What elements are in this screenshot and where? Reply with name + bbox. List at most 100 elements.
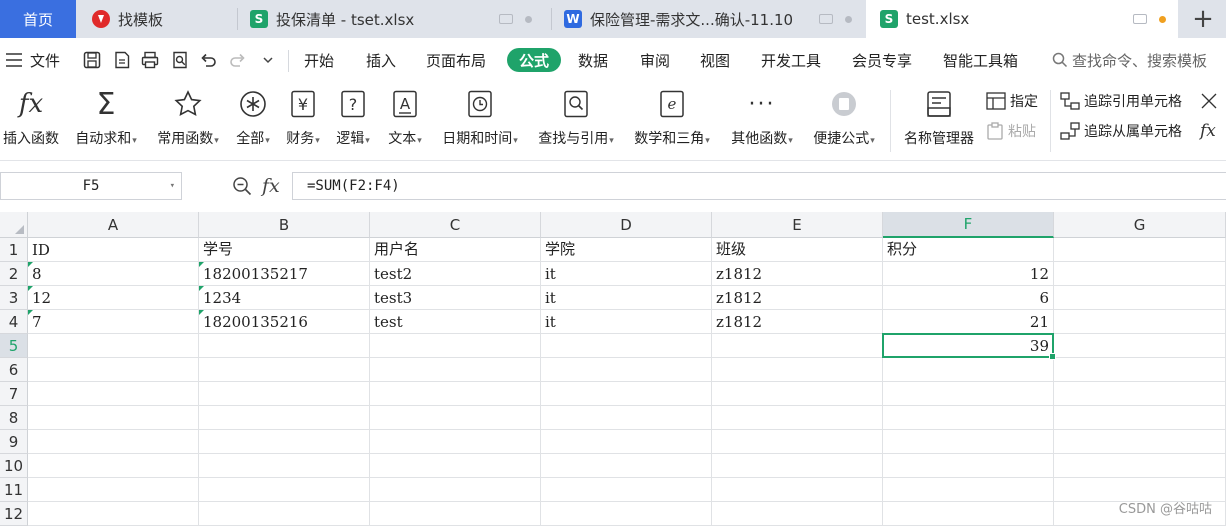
cell-f4[interactable]: 21: [883, 310, 1054, 334]
menu-review[interactable]: 审阅: [640, 38, 670, 82]
undo-icon[interactable]: [198, 50, 218, 70]
cell-g7[interactable]: [1054, 382, 1226, 406]
cell-g9[interactable]: [1054, 430, 1226, 454]
cell-f6[interactable]: [883, 358, 1054, 382]
cell-f1[interactable]: 积分: [883, 238, 1054, 262]
name-box-dropdown-icon[interactable]: ▾: [170, 181, 175, 191]
cell-c11[interactable]: [370, 478, 541, 502]
row-header-2[interactable]: 2: [0, 262, 28, 286]
autosum-button[interactable]: Σ 自动求和▾: [68, 86, 144, 154]
close-dot-icon[interactable]: [845, 15, 852, 23]
menu-insert[interactable]: 插入: [366, 38, 396, 82]
cell-a1[interactable]: ID: [28, 238, 199, 262]
row-header-4[interactable]: 4: [0, 310, 28, 334]
cell-a7[interactable]: [28, 382, 199, 406]
cell-f7[interactable]: [883, 382, 1054, 406]
cell-b4[interactable]: 18200135216: [199, 310, 370, 334]
select-all-corner[interactable]: [0, 212, 28, 238]
cell-d9[interactable]: [541, 430, 712, 454]
row-header-6[interactable]: 6: [0, 358, 28, 382]
unsaved-dot-icon[interactable]: [1159, 15, 1166, 23]
cell-e9[interactable]: [712, 430, 883, 454]
row-header-10[interactable]: 10: [0, 454, 28, 478]
cell-g2[interactable]: [1054, 262, 1226, 286]
tab-home[interactable]: 首页: [0, 0, 76, 38]
column-header-g[interactable]: G: [1054, 212, 1226, 238]
trace-dependents-button[interactable]: 追踪从属单元格: [1060, 118, 1182, 144]
cell-e3[interactable]: z1812: [712, 286, 883, 310]
cell-a9[interactable]: [28, 430, 199, 454]
monitor-icon[interactable]: [1133, 14, 1147, 24]
cell-c4[interactable]: test: [370, 310, 541, 334]
cell-a11[interactable]: [28, 478, 199, 502]
cell-f5[interactable]: 39: [883, 334, 1054, 358]
menu-member[interactable]: 会员专享: [852, 38, 912, 82]
cell-a8[interactable]: [28, 406, 199, 430]
monitor-icon[interactable]: [499, 14, 513, 24]
cell-e12[interactable]: [712, 502, 883, 526]
new-tab-button[interactable]: +: [1180, 0, 1226, 38]
paste-button[interactable]: 粘贴: [986, 118, 1036, 144]
cell-a3[interactable]: 12: [28, 286, 199, 310]
cell-a12[interactable]: [28, 502, 199, 526]
cell-f8[interactable]: [883, 406, 1054, 430]
cell-d8[interactable]: [541, 406, 712, 430]
menu-formula[interactable]: 公式: [507, 48, 562, 72]
row-header-11[interactable]: 11: [0, 478, 28, 502]
customize-quick-access-icon[interactable]: [258, 50, 278, 70]
print-preview-icon[interactable]: [170, 50, 190, 70]
cell-b11[interactable]: [199, 478, 370, 502]
cell-a4[interactable]: 7: [28, 310, 199, 334]
cell-g10[interactable]: [1054, 454, 1226, 478]
name-manager-button[interactable]: 名称管理器: [898, 86, 980, 154]
cell-e7[interactable]: [712, 382, 883, 406]
cell-c6[interactable]: [370, 358, 541, 382]
cell-g8[interactable]: [1054, 406, 1226, 430]
cell-d3[interactable]: it: [541, 286, 712, 310]
cell-b5[interactable]: [199, 334, 370, 358]
cell-c10[interactable]: [370, 454, 541, 478]
cell-g4[interactable]: [1054, 310, 1226, 334]
cell-a2[interactable]: 8: [28, 262, 199, 286]
datetime-functions-button[interactable]: 日期和时间▾: [436, 86, 524, 154]
cell-c2[interactable]: test2: [370, 262, 541, 286]
cell-d6[interactable]: [541, 358, 712, 382]
cell-a5[interactable]: [28, 334, 199, 358]
other-functions-button[interactable]: ··· 其他函数▾: [724, 86, 800, 154]
column-header-c[interactable]: C: [370, 212, 541, 238]
cell-d4[interactable]: it: [541, 310, 712, 334]
trace-precedents-button[interactable]: 追踪引用单元格: [1060, 88, 1182, 114]
row-header-12[interactable]: 12: [0, 502, 28, 526]
cell-c1[interactable]: 用户名: [370, 238, 541, 262]
column-header-f[interactable]: F: [883, 212, 1054, 238]
cell-c9[interactable]: [370, 430, 541, 454]
lookup-functions-button[interactable]: 查找与引用▾: [532, 86, 620, 154]
cell-e6[interactable]: [712, 358, 883, 382]
cell-a10[interactable]: [28, 454, 199, 478]
cell-e8[interactable]: [712, 406, 883, 430]
file-menu[interactable]: 文件: [6, 38, 60, 82]
tab-file-tset[interactable]: S 投保清单 - tset.xlsx: [238, 0, 550, 38]
common-functions-button[interactable]: 常用函数▾: [150, 86, 226, 154]
cell-b9[interactable]: [199, 430, 370, 454]
specify-button[interactable]: 指定: [986, 88, 1038, 114]
cell-c7[interactable]: [370, 382, 541, 406]
remove-arrows-icon[interactable]: [1200, 88, 1220, 114]
zoom-search-icon[interactable]: [232, 176, 252, 196]
cell-d2[interactable]: it: [541, 262, 712, 286]
menu-data[interactable]: 数据: [578, 38, 608, 82]
cell-a6[interactable]: [28, 358, 199, 382]
row-header-5[interactable]: 5: [0, 334, 28, 358]
cell-f2[interactable]: 12: [883, 262, 1054, 286]
cell-b3[interactable]: 1234: [199, 286, 370, 310]
cell-e2[interactable]: z1812: [712, 262, 883, 286]
menu-smart-toolbox[interactable]: 智能工具箱: [943, 38, 1018, 82]
insert-function-button[interactable]: fx 插入函数: [0, 86, 62, 154]
tab-find-template[interactable]: 找模板: [78, 0, 236, 38]
menu-view[interactable]: 视图: [700, 38, 730, 82]
convenient-formula-button[interactable]: 便捷公式▾: [806, 86, 882, 154]
cell-d10[interactable]: [541, 454, 712, 478]
cell-c12[interactable]: [370, 502, 541, 526]
cell-b10[interactable]: [199, 454, 370, 478]
cell-g3[interactable]: [1054, 286, 1226, 310]
